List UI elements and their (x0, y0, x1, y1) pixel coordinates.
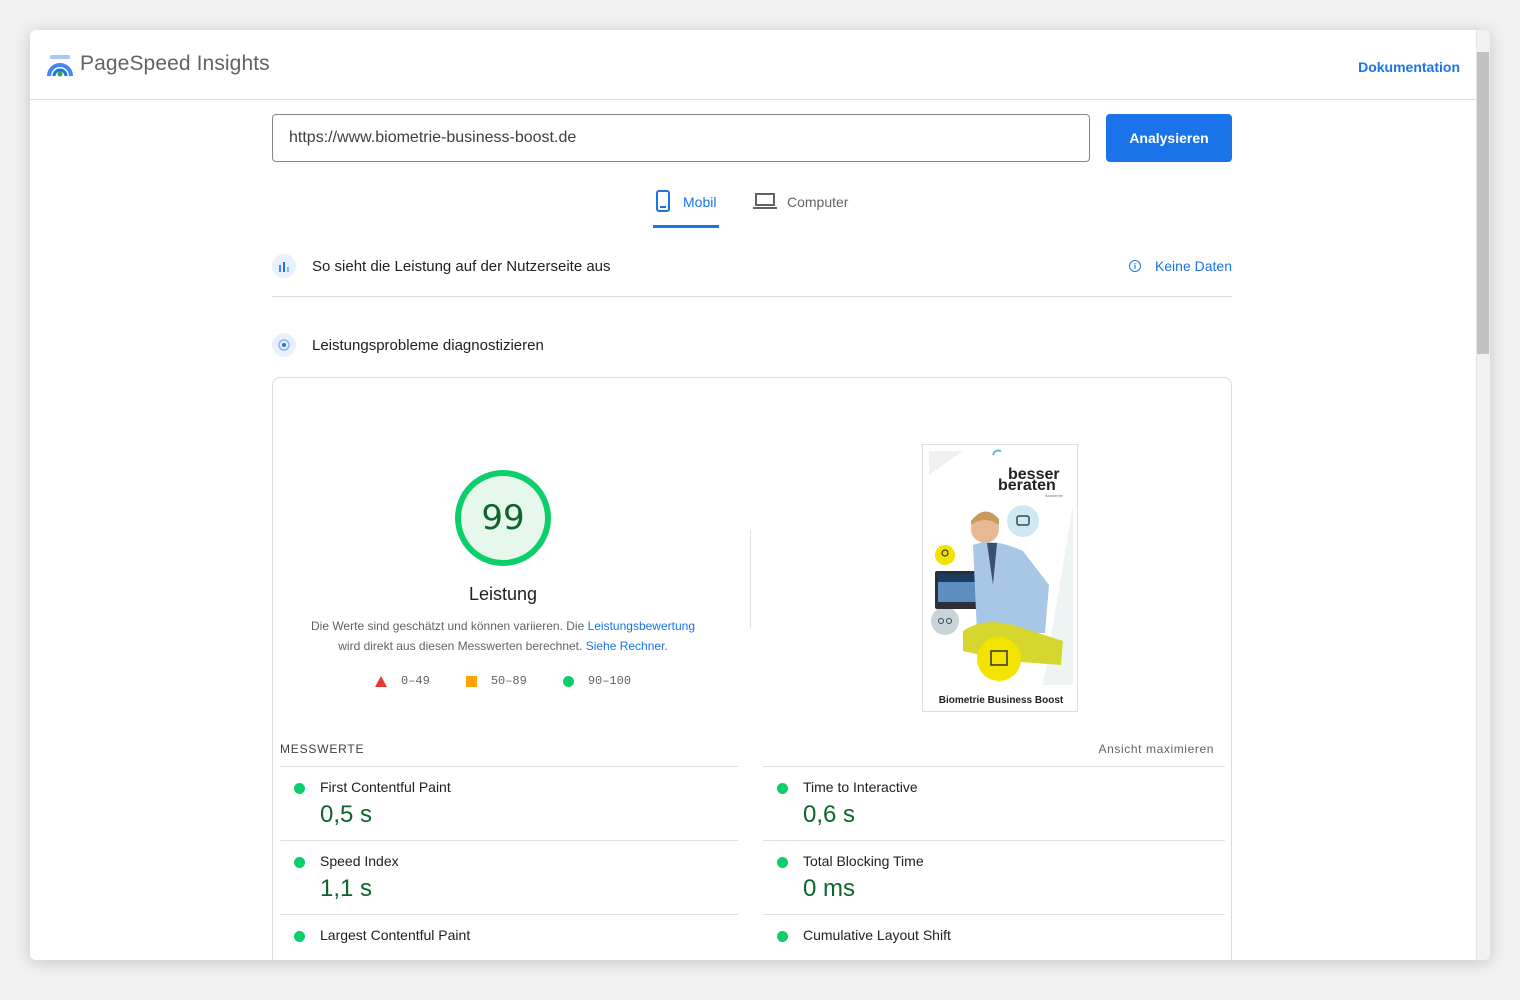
score-legend: 0–49 50–89 90–100 (375, 674, 667, 688)
pass-dot-icon (777, 931, 788, 942)
score-description: Die Werte sind geschätzt und können vari… (303, 616, 703, 656)
circle-icon (562, 675, 574, 687)
url-input[interactable] (272, 114, 1090, 162)
score-desc-text-1: Die Werte sind geschätzt und können vari… (310, 619, 588, 633)
score-label: Leistung (468, 584, 538, 604)
legend-average-label: 50–89 (490, 674, 527, 688)
score-rating-link[interactable]: Leistungsbewertung (588, 619, 695, 633)
no-data-label: Keine Daten (1154, 258, 1232, 274)
scrollbar[interactable] (1476, 30, 1490, 960)
metric-title: Total Blocking Time (803, 853, 924, 869)
metric-title: Time to Interactive (803, 779, 918, 795)
diagnose-icon (272, 333, 296, 357)
field-data-section: So sieht die Leistung auf der Nutzerseit… (272, 246, 1232, 286)
tab-computer[interactable]: Computer (753, 190, 863, 228)
legend-fail-label: 0–49 (401, 674, 430, 688)
screenshot-caption: Biometrie Business Boost (939, 695, 1064, 706)
expand-view-toggle[interactable]: Ansicht maximieren (1098, 742, 1214, 756)
metric-speed-index: Speed Index 1,1 s (280, 840, 738, 914)
info-icon: i (1128, 260, 1141, 272)
analyze-button[interactable]: Analysieren (1106, 114, 1232, 162)
performance-score: 99 (481, 498, 525, 538)
documentation-link[interactable]: Dokumentation (1358, 59, 1460, 75)
triangle-icon (375, 675, 387, 687)
metrics-heading: MESSWERTE (280, 742, 365, 756)
section-divider (272, 296, 1232, 297)
no-data-link[interactable]: i Keine Daten (1128, 258, 1232, 274)
metric-cls: Cumulative Layout Shift (763, 914, 1225, 960)
tab-computer-label: Computer (787, 194, 849, 210)
legend-pass: 90–100 (562, 674, 632, 688)
top-bar: PageSpeed Insights Dokumentation (30, 30, 1476, 100)
pass-dot-icon (777, 783, 788, 794)
scrollbar-thumb[interactable] (1477, 52, 1489, 354)
page-screenshot: besser beraten Akademie Biometrie Busine… (922, 444, 1078, 712)
tab-mobile[interactable]: Mobil (653, 190, 719, 228)
users-chart-icon (272, 254, 296, 278)
metric-title: Speed Index (320, 853, 399, 869)
performance-report: 99 Leistung Die Werte sind geschätzt und… (272, 377, 1232, 960)
square-icon (465, 675, 477, 687)
vertical-divider (750, 530, 751, 628)
phone-icon (653, 190, 673, 212)
screenshot-image: besser beraten Akademie Biometrie Busine… (923, 445, 1077, 711)
metric-value: 0 ms (803, 875, 856, 902)
metric-title: Cumulative Layout Shift (803, 927, 951, 943)
brand-line-2: beraten (998, 477, 1056, 494)
lab-data-section: Leistungsprobleme diagnostizieren (272, 325, 1232, 365)
tab-mobile-label: Mobil (683, 194, 717, 210)
pass-dot-icon (294, 783, 305, 794)
browser-window: PageSpeed Insights Dokumentation Analysi… (30, 30, 1490, 960)
score-desc-text-2: wird direkt aus diesen Messwerten berech… (338, 639, 586, 653)
legend-fail: 0–49 (375, 674, 430, 688)
metric-value: 0,6 s (803, 801, 856, 828)
metric-value: 0,5 s (320, 801, 373, 828)
calculator-link[interactable]: Siehe Rechner. (586, 639, 668, 653)
metric-title: First Contentful Paint (320, 779, 451, 795)
metric-tti: Time to Interactive 0,6 s (763, 766, 1225, 840)
lab-data-title: Leistungsprobleme diagnostizieren (312, 336, 544, 354)
field-data-title: So sieht die Leistung auf der Nutzerseit… (312, 257, 611, 275)
metric-value: 1,1 s (320, 875, 373, 902)
metric-title: Largest Contentful Paint (320, 927, 471, 943)
pass-dot-icon (294, 931, 305, 942)
metric-lcp: Largest Contentful Paint (280, 914, 738, 960)
legend-average: 50–89 (465, 674, 527, 688)
pass-dot-icon (777, 857, 788, 868)
pagespeed-logo-icon (47, 55, 73, 77)
metric-fcp: First Contentful Paint 0,5 s (280, 766, 738, 840)
legend-pass-label: 90–100 (587, 674, 632, 688)
laptop-icon (753, 190, 777, 212)
pass-dot-icon (294, 857, 305, 868)
app-title: PageSpeed Insights (80, 52, 270, 75)
metric-tbt: Total Blocking Time 0 ms (763, 840, 1225, 914)
brand-sub: Akademie (1045, 493, 1064, 498)
